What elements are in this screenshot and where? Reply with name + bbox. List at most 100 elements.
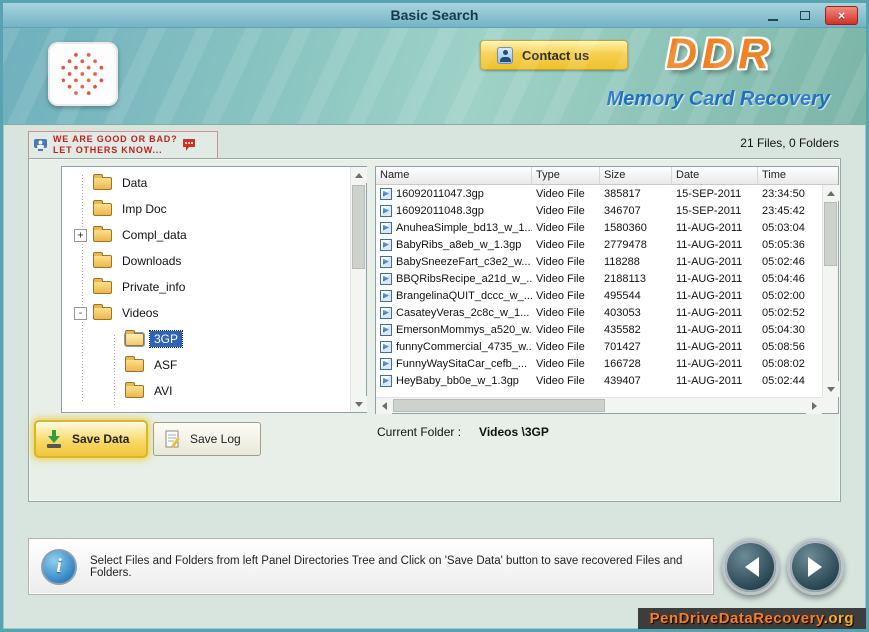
tree-item-label: Downloads <box>118 253 185 269</box>
tree-item-data[interactable]: Data <box>62 170 350 196</box>
file-name: 16092011048.3gp <box>396 205 484 217</box>
watermark-suffix: .org <box>824 610 854 627</box>
file-row[interactable]: funnyCommercial_4735_w...Video File70142… <box>376 338 822 355</box>
arrow-up-icon <box>355 169 363 178</box>
arrow-down-icon <box>355 402 363 411</box>
folder-icon <box>93 255 112 268</box>
tree-item-compl-data[interactable]: +Compl_data <box>62 222 350 248</box>
file-row[interactable]: BBQRibsRecipe_a21d_w_...Video File218811… <box>376 270 822 287</box>
tree-item-imp-doc[interactable]: Imp Doc <box>62 196 350 222</box>
file-time: 05:02:52 <box>758 307 822 319</box>
column-header-date[interactable]: Date <box>672 167 758 185</box>
video-file-icon <box>380 290 392 302</box>
tree-item-label: Imp Doc <box>118 201 171 217</box>
tree-item-label: 3GP <box>150 331 182 347</box>
file-time: 05:04:46 <box>758 273 822 285</box>
file-size: 1580360 <box>600 222 672 234</box>
folder-icon <box>125 385 144 398</box>
file-row[interactable]: 16092011048.3gpVideo File34670715-SEP-20… <box>376 202 822 219</box>
tree-item-3gp[interactable]: 3GP <box>62 326 350 352</box>
scroll-left-button[interactable] <box>376 398 392 414</box>
file-row[interactable]: CasateyVeras_2c8c_w_1...Video File403053… <box>376 304 822 321</box>
file-date: 11-AUG-2011 <box>672 375 758 387</box>
file-date: 11-AUG-2011 <box>672 358 758 370</box>
scroll-down-button[interactable] <box>351 396 367 412</box>
file-row[interactable]: EmersonMommys_a520_w...Video File4355821… <box>376 321 822 338</box>
file-size: 495544 <box>600 290 672 302</box>
file-date: 15-SEP-2011 <box>672 188 758 200</box>
column-header-time[interactable]: Time <box>758 167 838 185</box>
file-row[interactable]: BabyRibs_a8eb_w_1.3gpVideo File277947811… <box>376 236 822 253</box>
file-list-vscrollbar-thumb[interactable] <box>824 202 837 266</box>
tree-scrollbar-thumb[interactable] <box>352 185 365 269</box>
file-list-hscrollbar[interactable] <box>376 397 822 413</box>
collapse-icon[interactable]: - <box>74 307 87 320</box>
directory-tree: Data Imp Doc +Compl_data Downloads Private_i… <box>62 167 350 412</box>
scroll-right-button[interactable] <box>806 398 822 414</box>
file-date: 11-AUG-2011 <box>672 256 758 268</box>
file-type: Video File <box>532 290 600 302</box>
close-button[interactable]: × <box>825 6 858 25</box>
back-button[interactable] <box>722 538 779 595</box>
tree-item-private-info[interactable]: Private_info <box>62 274 350 300</box>
folder-icon <box>93 203 112 216</box>
forward-button[interactable] <box>787 538 844 595</box>
banner-line-2: LET OTHERS KNOW... <box>53 145 177 156</box>
scroll-up-button[interactable] <box>351 167 367 183</box>
tree-item-asf[interactable]: ASF <box>62 352 350 378</box>
contact-us-button[interactable]: Contact us <box>480 40 628 70</box>
column-header-name[interactable]: Name <box>376 167 532 185</box>
file-name: 16092011047.3gp <box>396 188 484 200</box>
file-row[interactable]: 16092011047.3gpVideo File38581715-SEP-20… <box>376 185 822 202</box>
file-type: Video File <box>532 205 600 217</box>
file-size: 439407 <box>600 375 672 387</box>
file-list-hscrollbar-thumb[interactable] <box>393 399 605 412</box>
instruction-text: Select Files and Folders from left Panel… <box>90 555 701 579</box>
tree-item-videos[interactable]: -Videos <box>62 300 350 326</box>
video-file-icon <box>380 188 392 200</box>
tree-spacer <box>74 281 87 294</box>
watermark-link[interactable]: PenDriveDataRecovery.org <box>638 608 866 629</box>
banner-line-1: WE ARE GOOD OR BAD? <box>53 134 177 145</box>
file-row[interactable]: FunnyWaySitaCar_cefb_...Video File166728… <box>376 355 822 372</box>
maximize-button[interactable] <box>793 7 817 25</box>
folder-icon <box>93 281 112 294</box>
file-name-cell: BabyRibs_a8eb_w_1.3gp <box>376 239 532 251</box>
column-header-size[interactable]: Size <box>600 167 672 185</box>
tree-item-downloads[interactable]: Downloads <box>62 248 350 274</box>
tree-item-avi[interactable]: AVI <box>62 378 350 404</box>
file-type: Video File <box>532 324 600 336</box>
file-row[interactable]: BrangelinaQUIT_dccc_w_...Video File49554… <box>376 287 822 304</box>
feedback-banner[interactable]: WE ARE GOOD OR BAD? LET OTHERS KNOW... <box>28 131 218 159</box>
file-time: 05:05:36 <box>758 239 822 251</box>
save-data-button[interactable]: Save Data <box>34 420 148 458</box>
video-file-icon <box>380 256 392 268</box>
folder-icon <box>125 359 144 372</box>
logo-pattern-icon <box>51 42 115 106</box>
video-file-icon <box>380 222 392 234</box>
file-time: 05:02:44 <box>758 375 822 387</box>
tree-item-label: AVI <box>150 383 176 399</box>
folder-icon <box>93 307 112 320</box>
scroll-down-button[interactable] <box>823 381 839 397</box>
scroll-up-button[interactable] <box>823 185 839 201</box>
file-row[interactable]: HeyBaby_bb0e_w_1.3gpVideo File43940711-A… <box>376 372 822 389</box>
expand-icon[interactable]: + <box>74 229 87 242</box>
file-size: 2779478 <box>600 239 672 251</box>
save-log-button[interactable]: Save Log <box>153 422 261 456</box>
file-size: 701427 <box>600 341 672 353</box>
file-size: 403053 <box>600 307 672 319</box>
file-row[interactable]: AnuheaSimple_bd13_w_1...Video File158036… <box>376 219 822 236</box>
file-name-cell: FunnyWaySitaCar_cefb_... <box>376 358 532 370</box>
column-header-type[interactable]: Type <box>532 167 600 185</box>
file-size: 435582 <box>600 324 672 336</box>
video-file-icon <box>380 307 392 319</box>
window-controls: × <box>761 6 858 25</box>
tree-scrollbar[interactable] <box>350 167 366 412</box>
app-window: Basic Search × Contact us DDR Memory Car… <box>0 0 869 632</box>
file-date: 11-AUG-2011 <box>672 290 758 302</box>
minimize-button[interactable] <box>761 7 785 25</box>
file-list-vscrollbar[interactable] <box>822 185 838 397</box>
file-row[interactable]: BabySneezeFart_c3e2_w...Video File118288… <box>376 253 822 270</box>
file-time: 05:02:46 <box>758 256 822 268</box>
